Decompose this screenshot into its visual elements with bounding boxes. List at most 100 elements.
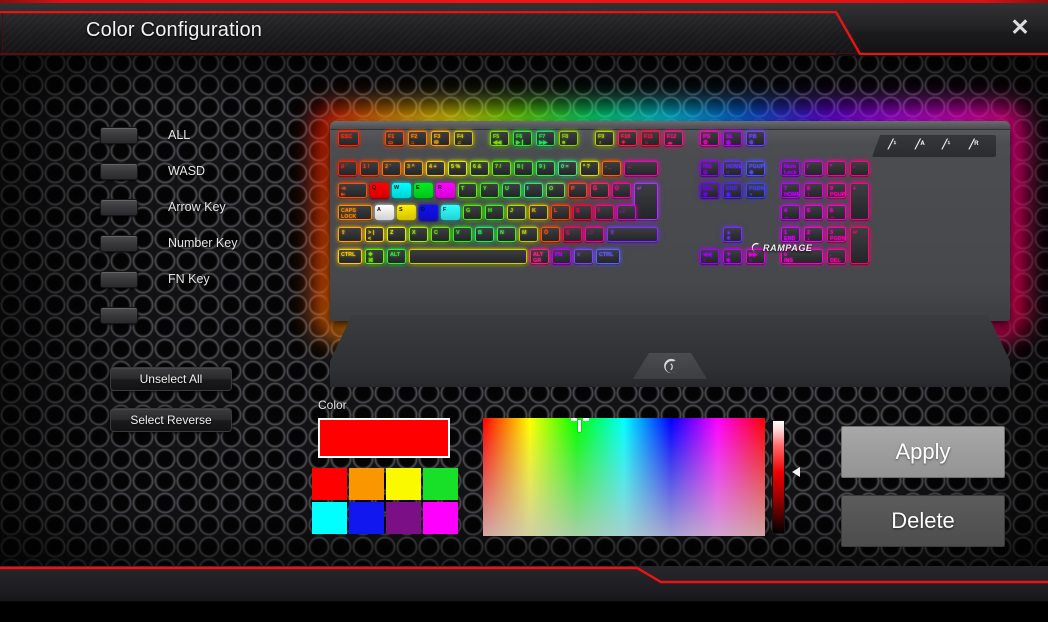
keyboard-key[interactable]: K (529, 205, 548, 220)
color-swatch-cyan[interactable] (312, 502, 347, 534)
keyboard-key[interactable]: , ; (617, 205, 636, 220)
keyboard-key[interactable]: CTRL (338, 249, 362, 264)
keyboard-key[interactable]: A (375, 205, 394, 220)
keyboard-key[interactable]: ALT (387, 249, 406, 264)
keyboard-key[interactable]: Ö (541, 227, 560, 242)
color-swatch-yellow[interactable] (386, 468, 421, 500)
keyboard-key[interactable]: HOME ○ (723, 161, 742, 176)
keyboard-key[interactable]: F (441, 205, 460, 220)
keyboard-key-deck[interactable]: ESC F1 ▭ F2 ⌂ F3 ✉ F4 ♫ F5 ◀◀ F6 ▶❙ F7 ▶▶ F8 ■ F9… (338, 131, 1002, 317)
media-key-slash-icon[interactable]: ╱ᴬ (915, 139, 928, 153)
delete-button[interactable]: Delete (841, 495, 1005, 547)
media-key-slash-icon[interactable]: ╱¹ (942, 139, 955, 153)
color-swatch-green[interactable] (423, 468, 458, 500)
keyboard-key[interactable]: 5 (804, 205, 823, 220)
keyboard-key[interactable]: 9 ) (536, 161, 555, 176)
keyboard-key[interactable]: . DEL (827, 249, 846, 264)
keyboard-key[interactable]: ▲ ☀ (723, 227, 742, 242)
keyboard-key[interactable]: ⇧ (338, 227, 362, 242)
keyboard-key[interactable]: Ş (573, 205, 592, 220)
keyboard-key[interactable]: T (458, 183, 477, 198)
keyboard-key[interactable]: B (475, 227, 494, 242)
checkbox-toggle[interactable] (100, 306, 138, 324)
keyboard-key[interactable]: * (827, 161, 846, 176)
keyboard-key[interactable]: 8 ↑ (804, 183, 823, 198)
keyboard-key[interactable]: M (519, 227, 538, 242)
keyboard-key[interactable]: ↵ (634, 183, 658, 220)
keyboard-key[interactable]: F12 ☁ (664, 131, 683, 146)
keyboard-key[interactable]: 7 HOME (781, 183, 800, 198)
close-icon[interactable]: ✕ (1002, 10, 1038, 44)
keyboard-key[interactable]: F10 ✶ (618, 131, 637, 146)
color-swatch-purple[interactable] (386, 502, 421, 534)
keyboard-key[interactable]: 5 % (448, 161, 467, 176)
keyboard-key[interactable]: Y (480, 183, 499, 198)
keyboard-key[interactable]: 1 END (781, 227, 800, 242)
keyboard-key[interactable]: P (568, 183, 587, 198)
media-key-slash-icon[interactable]: ╱¹ (888, 139, 901, 153)
keyboard-key[interactable]: ESC (338, 131, 359, 146)
apply-button[interactable]: Apply (841, 426, 1005, 478)
keyboard-key[interactable]: PGUP ⊛ (746, 161, 765, 176)
keyboard-key[interactable]: PGDN ◑ (746, 183, 765, 198)
brightness-slider-handle-icon[interactable] (792, 467, 800, 478)
keyboard-key[interactable]: D (419, 205, 438, 220)
keyboard-key[interactable]: ⇥ ⇤ (338, 183, 367, 198)
keyboard-key[interactable]: F9 ♁ (595, 131, 614, 146)
checkbox-toggle[interactable] (100, 234, 138, 252)
color-swatch-grid[interactable] (312, 468, 460, 534)
keyboard-key[interactable]: 2 ↓ (804, 227, 823, 242)
keyboard-key[interactable]: S (397, 205, 416, 220)
brightness-slider[interactable] (772, 420, 785, 534)
keyboard-key[interactable]: H (485, 205, 504, 220)
checkbox-toggle[interactable] (100, 126, 138, 144)
keyboard-key[interactable]: 6 & (470, 161, 489, 176)
keyboard-key[interactable]: ≡ (574, 249, 593, 264)
keyboard-key[interactable]: 4 ← (781, 205, 800, 220)
keyboard-key[interactable]: F2 ⌂ (408, 131, 427, 146)
keyboard-key[interactable]: Ğ (590, 183, 609, 198)
color-swatch-magenta[interactable] (423, 502, 458, 534)
keyboard-key[interactable]: PB ⊚ (746, 131, 765, 146)
keyboard-key[interactable]: Ç (563, 227, 582, 242)
keyboard-key[interactable]: W (392, 183, 411, 198)
keyboard-key[interactable]: 1 ! (360, 161, 379, 176)
keyboard-key[interactable]: F8 ■ (559, 131, 578, 146)
keyboard-key[interactable]: CAPS LOCK (338, 205, 372, 220)
keyboard-key[interactable]: 9 PGUP (827, 183, 846, 198)
keyboard-key[interactable]: 2 ' (382, 161, 401, 176)
keyboard-key[interactable]: F11 ☼ (641, 131, 660, 146)
checkbox-row-wasd[interactable]: WASD (100, 161, 330, 181)
keyboard-key[interactable]: E (414, 183, 433, 198)
unselect-all-button[interactable]: Unselect All (110, 367, 232, 391)
keyboard-key[interactable] (409, 249, 527, 264)
keyboard-key[interactable]: / (804, 161, 823, 176)
keyboard-key[interactable]: + (850, 183, 869, 220)
keyboard-key[interactable]: 7 / (492, 161, 511, 176)
keyboard-key[interactable]: . : (585, 227, 604, 242)
hue-saturation-picker[interactable] (483, 418, 765, 536)
keyboard-key[interactable]: - (850, 161, 869, 176)
keyboard-key[interactable]: ❖ ⌘ (365, 249, 384, 264)
checkbox-toggle[interactable] (100, 162, 138, 180)
checkbox-row-arrow-key[interactable]: Arrow Key (100, 197, 330, 217)
keyboard-key[interactable]: ALT GR (530, 249, 549, 264)
keyboard-key[interactable]: L (551, 205, 570, 220)
checkbox-row-fn-key[interactable]: FN Key (100, 269, 330, 289)
keyboard-key[interactable]: ↵ (850, 227, 869, 264)
keyboard-key[interactable]: * ? (580, 161, 599, 176)
keyboard-key[interactable]: ö ¨ (338, 161, 357, 176)
keyboard-key[interactable]: DEL ⊗ (700, 183, 719, 198)
keyboard-key[interactable]: U (502, 183, 521, 198)
keyboard-key[interactable]: PS ⚙ (700, 131, 719, 146)
keyboard-key[interactable]: G (463, 205, 482, 220)
keyboard-key[interactable]: Ü (612, 183, 631, 198)
color-swatch-red[interactable] (312, 468, 347, 500)
keyboard-key[interactable]: İ (595, 205, 614, 220)
keyboard-key[interactable]: FN (552, 249, 571, 264)
color-swatch-blue[interactable] (349, 502, 384, 534)
keyboard-key[interactable]: ⇧ (607, 227, 658, 242)
keyboard-key[interactable]: F6 ▶❙ (513, 131, 532, 146)
keyboard-key[interactable]: X (409, 227, 428, 242)
keyboard-key[interactable]: 3 PGDN (827, 227, 846, 242)
